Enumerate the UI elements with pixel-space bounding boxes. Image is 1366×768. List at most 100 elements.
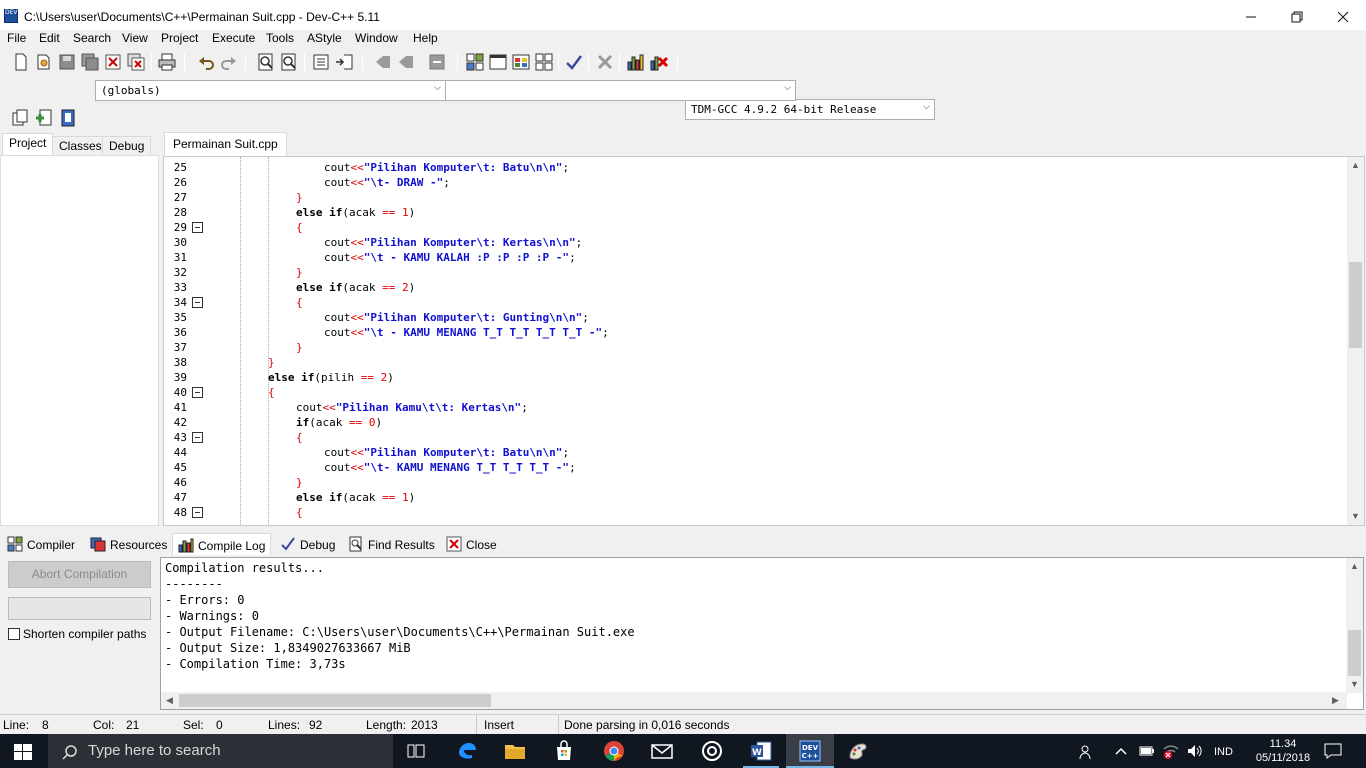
open-file-button[interactable] [34,52,54,72]
people-icon[interactable] [1079,744,1095,760]
windows-start-icon[interactable] [14,744,32,760]
log-horizontal-scrollbar[interactable]: ◀ ▶ [161,692,1347,709]
menu-edit[interactable]: Edit [39,31,60,45]
code-line[interactable]: 45 cout<<"\t- KAMU MENANG T_T T_T T_T -"; [164,460,1344,475]
chrome-icon[interactable] [602,739,626,763]
profile-button[interactable] [626,52,646,72]
task-view-icon[interactable] [404,739,428,763]
tab-close[interactable]: Close [441,533,502,555]
code-line[interactable]: 47 else if(acak == 1) [164,490,1344,505]
code-editor[interactable]: 25 cout<<"Pilihan Komputer\t: Batu\n\n"; 2… [163,156,1365,526]
word-taskbar-button[interactable]: W [737,734,785,768]
compile-log-output[interactable]: Compilation results... -------- - Errors… [160,557,1364,710]
media-player-icon[interactable] [700,739,724,763]
globals-select[interactable]: (globals) ⌵ [95,80,446,101]
code-line[interactable]: 30 cout<<"Pilihan Komputer\t: Kertas\n\n"… [164,235,1344,250]
compile-run-button[interactable] [511,52,531,72]
project-options-button[interactable] [58,108,78,128]
scope-select[interactable]: ⌵ [445,80,796,101]
new-project-button[interactable] [10,108,30,128]
undo-button[interactable] [196,52,216,72]
devcpp-app-icon[interactable]: DEV [4,9,18,23]
code-line[interactable]: 35 cout<<"Pilihan Komputer\t: Gunting\n\n… [164,310,1344,325]
minimize-button[interactable] [1228,0,1274,32]
paint-icon[interactable] [846,739,870,763]
code-line[interactable]: 34 { [164,295,1344,310]
menu-help[interactable]: Help [413,31,438,45]
log-vertical-scrollbar[interactable]: ▲ ▼ [1346,558,1363,693]
editor-tab-permainan-suit[interactable]: Permainan Suit.cpp [164,132,287,156]
battery-icon[interactable] [1139,746,1155,756]
syntax-check-button[interactable] [564,52,584,72]
code-line[interactable]: 36 cout<<"\t - KAMU MENANG T_T T_T T_T T_… [164,325,1344,340]
scroll-down-icon[interactable]: ▼ [1347,508,1364,525]
fold-collapse-icon[interactable] [192,387,203,398]
edge-browser-icon[interactable] [455,739,479,763]
network-disconnected-icon[interactable] [1162,743,1180,759]
tab-classes[interactable]: Classes [52,136,109,156]
close-file-button[interactable] [103,52,123,72]
new-file-button[interactable] [11,52,31,72]
shorten-paths-checkbox[interactable]: Shorten compiler paths [8,627,146,641]
delete-profile-button[interactable] [649,52,669,72]
notifications-icon[interactable] [1324,743,1342,759]
input-language[interactable]: IND [1214,746,1233,758]
code-line[interactable]: 27} [164,190,1344,205]
project-browser-panel[interactable] [0,155,159,526]
scroll-up-icon[interactable]: ▲ [1347,157,1364,174]
print-button[interactable] [157,52,177,72]
menu-execute[interactable]: Execute [212,31,255,45]
save-all-button[interactable] [80,52,100,72]
scroll-left-icon[interactable]: ◀ [161,692,178,709]
menu-tools[interactable]: Tools [266,31,294,45]
taskbar-search-input[interactable]: Type here to search [48,734,393,768]
tab-project[interactable]: Project [2,133,54,156]
editor-scroll-thumb[interactable] [1349,262,1362,348]
menu-file[interactable]: File [7,31,26,45]
fold-collapse-icon[interactable] [192,432,203,443]
code-line[interactable]: 41 cout<<"Pilihan Kamu\t\t: Kertas\n"; [164,400,1344,415]
log-scroll-thumb[interactable] [1348,630,1361,676]
scroll-right-icon[interactable]: ▶ [1327,692,1344,709]
code-line[interactable]: 39 else if(pilih == 2) [164,370,1344,385]
tab-find-results[interactable]: Find Results [343,533,440,555]
code-line[interactable]: 37} [164,340,1344,355]
fold-collapse-icon[interactable] [192,507,203,518]
scroll-up-icon[interactable]: ▲ [1346,558,1363,575]
stop-execution-button[interactable] [595,52,615,72]
scroll-down-icon[interactable]: ▼ [1346,676,1363,693]
tab-debug-bottom[interactable]: Debug [275,533,340,555]
log-hscroll-thumb[interactable] [179,694,491,707]
taskbar-clock[interactable]: 11.34 05/11/2018 [1246,737,1320,765]
tab-debug[interactable]: Debug [102,136,152,156]
code-line[interactable]: 40 { [164,385,1344,400]
code-line[interactable]: 25 cout<<"Pilihan Komputer\t: Batu\n\n"; [164,160,1344,175]
run-button[interactable] [488,52,508,72]
compile-button[interactable] [465,52,485,72]
code-line[interactable]: 38} [164,355,1344,370]
code-line[interactable]: 44 cout<<"Pilihan Komputer\t: Batu\n\n"; [164,445,1344,460]
devcpp-taskbar-button[interactable]: DEV C++ [786,734,834,768]
editor-vertical-scrollbar[interactable]: ▲ ▼ [1347,157,1364,525]
compiler-select[interactable]: TDM-GCC 4.9.2 64-bit Release ⌵ [685,99,935,120]
chevron-up-icon[interactable] [1115,746,1127,756]
bookmark-prev-button[interactable] [373,52,393,72]
checkbox-box[interactable] [8,628,20,640]
bookmark-next-button[interactable] [396,52,416,72]
tab-compiler[interactable]: Compiler [2,533,80,555]
code-line[interactable]: 26 cout<<"\t- DRAW -"; [164,175,1344,190]
mail-icon[interactable] [650,739,674,763]
indent-button[interactable] [311,52,331,72]
find-button[interactable] [256,52,276,72]
volume-icon[interactable] [1187,744,1203,758]
unindent-button[interactable] [334,52,354,72]
abort-compilation-button[interactable]: Abort Compilation [8,561,151,588]
file-explorer-icon[interactable] [503,739,527,763]
toggle-comment-button[interactable] [427,52,447,72]
menu-astyle[interactable]: AStyle [307,31,342,45]
restore-button[interactable] [1274,0,1320,32]
replace-button[interactable] [279,52,299,72]
menu-view[interactable]: View [122,31,148,45]
code-line[interactable]: 28 else if(acak == 1) [164,205,1344,220]
code-line[interactable]: 46} [164,475,1344,490]
